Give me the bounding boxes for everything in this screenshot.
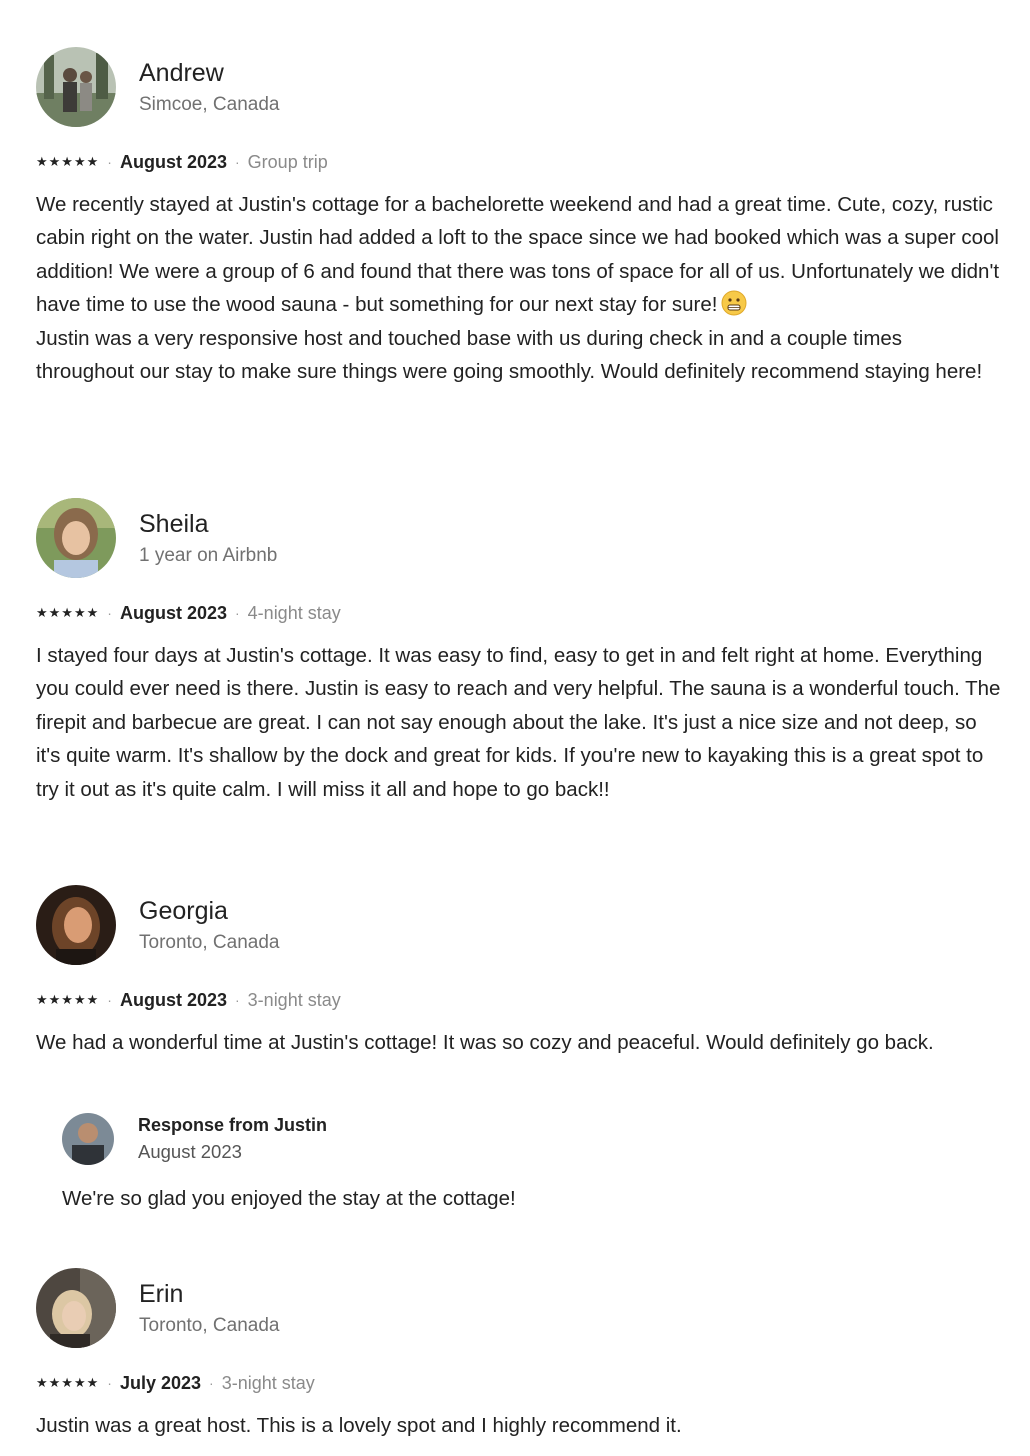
review-text-part: We recently stayed at Justin's cottage f…	[36, 193, 1000, 317]
review-text-part: Justin was a very responsive host and to…	[36, 326, 983, 384]
star-rating-icon: ★★★★★	[36, 992, 100, 1007]
separator-dot: ·	[107, 605, 112, 621]
review-date: August 2023	[119, 989, 227, 1010]
review-date: August 2023	[119, 151, 227, 172]
avatar[interactable]	[36, 498, 116, 578]
host-response-info: Response from Justin August 2023	[138, 1112, 327, 1166]
host-avatar[interactable]	[62, 1113, 114, 1165]
reviewer-info: Andrew Simcoe, Canada	[139, 57, 279, 118]
separator-dot: ·	[235, 992, 240, 1008]
review-text: We had a wonderful time at Justin's cott…	[36, 1031, 934, 1054]
avatar[interactable]	[36, 885, 116, 965]
reviewer-header: Georgia Toronto, Canada	[36, 884, 1001, 966]
review-date: August 2023	[119, 602, 227, 623]
star-rating-icon: ★★★★★	[36, 605, 100, 620]
reviewer-location: Toronto, Canada	[139, 1314, 280, 1336]
host-response: Response from Justin August 2023 We're s…	[62, 1112, 962, 1214]
review-date: July 2023	[119, 1372, 202, 1393]
stay-type: Group trip	[247, 151, 328, 172]
stay-type: 3-night stay	[247, 989, 341, 1010]
reviewer-name[interactable]: Andrew	[139, 57, 279, 89]
stay-type: 4-night stay	[247, 602, 341, 623]
reviewer-name[interactable]: Erin	[139, 1278, 280, 1310]
host-response-text: We're so glad you enjoyed the stay at th…	[62, 1187, 516, 1210]
rating-line: ★★★★★ · August 2023 · 3-night stay	[36, 987, 1001, 1013]
review-card: Georgia Toronto, Canada ★★★★★ · August 2…	[36, 884, 1001, 1059]
review-text: Justin was a great host. This is a lovel…	[36, 1414, 682, 1437]
host-response-title: Response from Justin	[138, 1115, 328, 1135]
reviewer-header: Erin Toronto, Canada	[36, 1267, 1001, 1349]
separator-dot: ·	[209, 1375, 214, 1391]
reviewer-name[interactable]: Sheila	[139, 508, 277, 540]
review-text: I stayed four days at Justin's cottage. …	[36, 644, 1001, 801]
avatar[interactable]	[36, 47, 116, 127]
reviewer-info: Georgia Toronto, Canada	[139, 895, 280, 956]
star-rating-icon: ★★★★★	[36, 1375, 100, 1390]
reviewer-header: Andrew Simcoe, Canada	[36, 46, 1001, 128]
rating-line: ★★★★★ · July 2023 · 3-night stay	[36, 1370, 1001, 1396]
host-response-header: Response from Justin August 2023	[62, 1112, 962, 1166]
separator-dot: ·	[107, 992, 112, 1008]
grimacing-face-emoji-icon	[721, 290, 747, 316]
rating-line: ★★★★★ · August 2023 · 4-night stay	[36, 600, 1001, 626]
reviewer-name[interactable]: Georgia	[139, 895, 280, 927]
avatar[interactable]	[36, 1268, 116, 1348]
reviewer-location: Toronto, Canada	[139, 931, 280, 953]
reviewer-header: Sheila 1 year on Airbnb	[36, 497, 1001, 579]
review-card: Sheila 1 year on Airbnb ★★★★★ · August 2…	[36, 497, 1001, 806]
review-card: Erin Toronto, Canada ★★★★★ · July 2023 ·…	[36, 1267, 1001, 1442]
star-rating-icon: ★★★★★	[36, 154, 100, 169]
stay-type: 3-night stay	[221, 1372, 315, 1393]
reviewer-info: Erin Toronto, Canada	[139, 1278, 280, 1339]
separator-dot: ·	[235, 154, 240, 170]
reviewer-membership: 1 year on Airbnb	[139, 544, 278, 566]
separator-dot: ·	[107, 1375, 112, 1391]
reviews-page: Andrew Simcoe, Canada ★★★★★ · August 202…	[0, 0, 1030, 1456]
reviewer-info: Sheila 1 year on Airbnb	[139, 508, 277, 569]
review-text: We recently stayed at Justin's cottage f…	[36, 188, 1001, 388]
reviewer-location: Simcoe, Canada	[139, 93, 280, 115]
host-response-date: August 2023	[138, 1141, 242, 1162]
rating-line: ★★★★★ · August 2023 · Group trip	[36, 149, 1001, 175]
separator-dot: ·	[235, 605, 240, 621]
review-card: Andrew Simcoe, Canada ★★★★★ · August 202…	[36, 46, 1001, 388]
separator-dot: ·	[107, 154, 112, 170]
